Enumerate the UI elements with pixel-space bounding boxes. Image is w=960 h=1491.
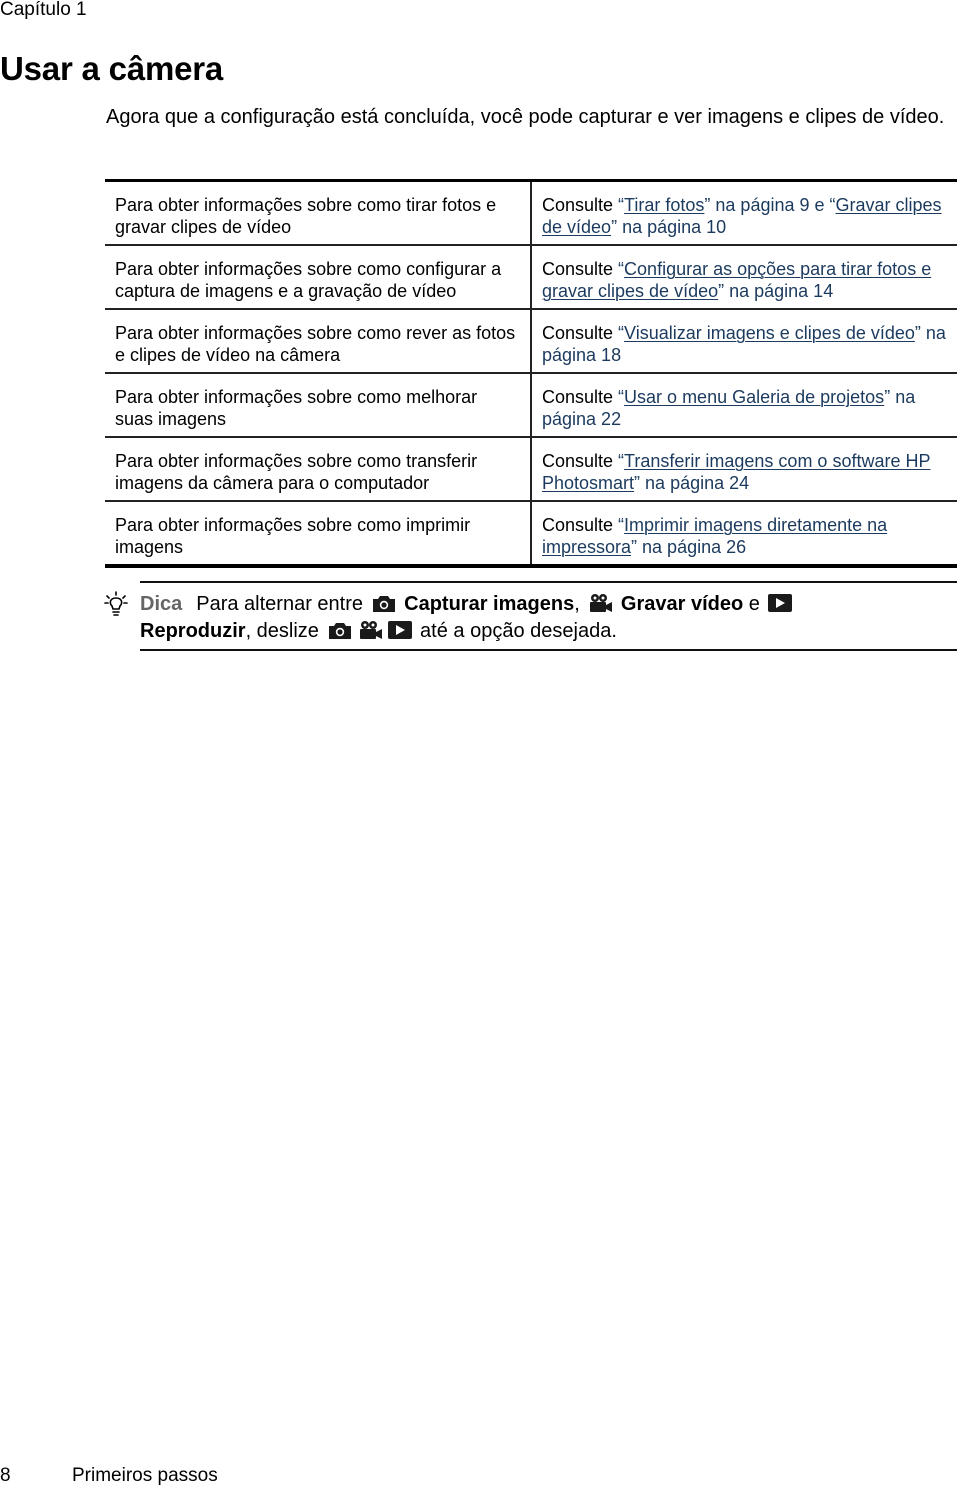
page-reference: na página 10 [617, 217, 727, 237]
reference-prefix: Consulte [542, 195, 619, 215]
reference-cell: Consulte “Transferir imagens com o softw… [531, 436, 957, 501]
page-title: Usar a câmera [0, 50, 224, 87]
table-row: Para obter informações sobre como config… [105, 244, 957, 309]
reference-prefix: Consulte [542, 515, 619, 535]
table-row: Para obter informações sobre como imprim… [105, 500, 957, 566]
reference-prefix: Consulte [542, 323, 619, 343]
tip-text: Para alternar entre [196, 593, 369, 615]
reference-cell: Consulte “Usar o menu Galeria de projeto… [531, 372, 957, 437]
tip-separator: e [743, 593, 766, 615]
reference-link[interactable]: Visualizar imagens e clipes de vídeo [624, 323, 915, 343]
table-row: Para obter informações sobre como rever … [105, 308, 957, 373]
topic-cell: Para obter informações sobre como transf… [105, 436, 532, 501]
reference-link[interactable]: Tirar fotos [624, 195, 704, 215]
video-label: Gravar vídeo [620, 593, 744, 615]
tip-separator: , [574, 593, 586, 615]
topic-cell: Para obter informações sobre como melhor… [105, 372, 532, 437]
camera-icon [328, 623, 351, 639]
page-reference: na página 24 [640, 473, 750, 493]
tip-text: , deslize [245, 620, 325, 642]
topic-cell: Para obter informações sobre como tirar … [105, 180, 532, 245]
table-row: Para obter informações sobre como melhor… [105, 372, 957, 437]
video-camera-icon [359, 621, 382, 639]
reference-table: Para obter informações sobre como tirar … [105, 179, 957, 568]
chapter-header: Capítulo 1 [0, 0, 87, 20]
page-reference: na página 26 [637, 537, 747, 557]
table-row: Para obter informações sobre como tirar … [105, 180, 957, 246]
reference-prefix: Consulte [542, 451, 619, 471]
footer-section: Primeiros passos [72, 1465, 218, 1486]
tip-label: Dica [140, 593, 183, 615]
video-camera-icon [590, 594, 613, 612]
reference-prefix: Consulte [542, 259, 619, 279]
play-icon [387, 621, 412, 639]
camera-icon [372, 596, 395, 612]
page-reference: na página 14 [724, 281, 834, 301]
page-number: 8 [0, 1465, 11, 1486]
topic-cell: Para obter informações sobre como imprim… [105, 500, 532, 566]
reference-link[interactable]: Usar o menu Galeria de projetos [624, 387, 884, 407]
table-row: Para obter informações sobre como transf… [105, 436, 957, 501]
play-icon [768, 594, 793, 612]
reference-cell: Consulte “Configurar as opções para tira… [531, 244, 957, 309]
play-label: Reproduzir [140, 620, 246, 642]
topic-cell: Para obter informações sobre como config… [105, 244, 532, 309]
reference-cell: Consulte “Visualizar imagens e clipes de… [531, 308, 957, 373]
intro-paragraph: Agora que a configuração está concluída,… [106, 106, 945, 128]
capture-label: Capturar imagens [404, 593, 575, 615]
topic-cell: Para obter informações sobre como rever … [105, 308, 532, 373]
reference-prefix: Consulte [542, 387, 619, 407]
reference-cell: Consulte “Tirar fotos” na página 9 e “Gr… [531, 181, 957, 246]
reference-cell: Consulte “Imprimir imagens diretamente n… [531, 500, 957, 566]
tip-text: até a opção desejada. [414, 620, 617, 642]
page-reference: na página 9 e [710, 195, 830, 215]
lightbulb-icon [104, 591, 128, 616]
tip-box: Dica Para alternar entre Capturar imagens… [140, 581, 957, 651]
